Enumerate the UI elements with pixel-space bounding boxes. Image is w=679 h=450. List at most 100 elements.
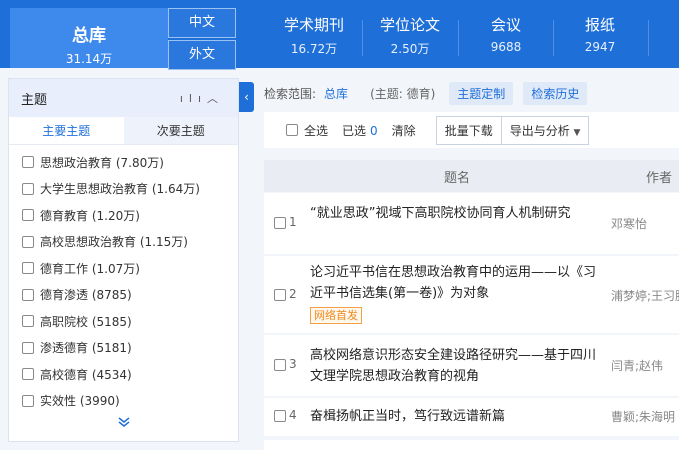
facet-item[interactable]: 实效性 (3990) (9, 388, 238, 415)
facet-header-icons: ılı︿ (180, 90, 224, 106)
chevron-up-icon[interactable]: ︿ (207, 92, 224, 105)
lang-chinese-button[interactable]: 中文 (168, 8, 236, 38)
facet-checkbox[interactable] (22, 394, 34, 407)
nav-tab-label: 报纸 (584, 16, 615, 34)
tab-secondary-topic[interactable]: 次要主题 (123, 117, 238, 144)
facet-item[interactable]: 高职院校 (5185) (9, 308, 238, 335)
export-label: 导出与分析 (509, 123, 570, 138)
bar-chart-icon[interactable]: ılı (180, 92, 207, 105)
row-title-block: 论习近平书信在思想政治教育中的运用——以《习近平书信选集(第一卷)》为对象 网络… (310, 262, 602, 326)
facet-checkbox[interactable] (22, 315, 34, 328)
facet-item[interactable]: 德育渗透 (8785) (9, 282, 238, 309)
nav-divider (553, 20, 554, 56)
table-row: 4 奋楫扬帆正当时，笃行致远谱新篇 曹颖;朱海明 (264, 398, 679, 436)
top-nav: 总库 31.14万 中文 外文 学术期刊 16.72万 学位论文 2.50万 会… (0, 0, 679, 70)
facet-item[interactable]: 大学生思想政治教育 (1.64万) (9, 176, 238, 203)
nav-divider (362, 20, 363, 56)
facet-label: 德育渗透 (8785) (40, 288, 132, 303)
facet-item[interactable]: 高校思想政治教育 (1.15万) (9, 229, 238, 256)
row-title-link[interactable]: 高校网络意识形态安全建设路径研究——基于四川文理学院思想政治教育的视角 (310, 345, 602, 387)
topic-facet-panel: 主题 ılı︿ 主要主题 次要主题 思想政治教育 (7.80万) 大学生思想政治… (8, 78, 239, 442)
nav-tab-label: 学位论文 (379, 16, 440, 34)
facet-item[interactable]: 德育工作 (1.07万) (9, 255, 238, 282)
select-all-checkbox[interactable] (286, 124, 298, 136)
facet-label: 思想政治教育 (7.80万) (40, 155, 164, 170)
tab-main-topic[interactable]: 主要主题 (9, 117, 124, 144)
row-title-link[interactable]: 奋楫扬帆正当时，笃行致远谱新篇 (310, 406, 602, 427)
row-checkbox[interactable] (274, 410, 286, 422)
selected-indicator: 已选 0 (342, 122, 378, 139)
facet-label: 高校思想政治教育 (1.15万) (40, 235, 188, 250)
nav-tab-conferences[interactable]: 会议 9688 (464, 14, 548, 64)
row-checkbox[interactable] (274, 359, 286, 371)
batch-download-button[interactable]: 批量下载 (435, 115, 502, 145)
row-number: 4 (289, 408, 297, 422)
facet-checkbox[interactable] (22, 368, 34, 381)
clear-button[interactable]: 清除 (392, 122, 416, 139)
nav-tab-newspapers[interactable]: 报纸 2947 (560, 14, 640, 64)
table-header: 题名 作者 (264, 160, 679, 192)
table-row: 1 “就业思政”视域下高职院校协同育人机制研究 邓寒怡 (264, 193, 679, 254)
row-author[interactable]: 闫青;赵伟 (611, 357, 679, 374)
selected-count: 0 (370, 123, 378, 138)
facet-header: 主题 ılı︿ (9, 79, 238, 117)
select-all-label[interactable]: 全选 (304, 122, 328, 139)
topic-custom-button[interactable]: 主题定制 (449, 81, 514, 105)
nav-tab-label: 会议 (490, 16, 521, 34)
scope-query: (主题: 德育) (370, 86, 436, 101)
nav-tab-count: 2947 (584, 40, 616, 54)
facet-item[interactable]: 德育教育 (1.20万) (9, 202, 238, 229)
caret-down-icon: ▼ (573, 127, 581, 138)
nav-tab-label: 学术期刊 (283, 16, 344, 34)
column-header-author[interactable]: 作者 (610, 167, 679, 186)
facet-checkbox[interactable] (22, 341, 34, 354)
nav-tab-count: 16.72万 (290, 42, 338, 56)
facet-item[interactable]: 思想政治教育 (7.80万) (9, 149, 238, 176)
table-row-partial (264, 440, 679, 450)
facet-checkbox[interactable] (22, 235, 34, 248)
nav-tab-theses[interactable]: 学位论文 2.50万 (368, 14, 452, 64)
row-author[interactable]: 浦梦婷;王习胜 (611, 287, 679, 304)
column-header-title[interactable]: 题名 (264, 167, 610, 186)
lang-foreign-button[interactable]: 外文 (168, 40, 236, 70)
results-table: 题名 作者 1 “就业思政”视域下高职院校协同育人机制研究 邓寒怡 2 论习近平… (264, 160, 679, 450)
facet-item[interactable]: 渗透德育 (5181) (9, 335, 238, 362)
row-checkbox[interactable] (274, 289, 286, 301)
facet-label: 高职院校 (5185) (40, 314, 132, 329)
scope-label: 检索范围: (264, 86, 317, 101)
row-number: 3 (289, 357, 297, 371)
row-number: 2 (289, 287, 297, 301)
nav-divider (458, 20, 459, 56)
facet-label: 大学生思想政治教育 (1.64万) (40, 182, 200, 197)
nav-divider (648, 20, 649, 56)
search-history-button[interactable]: 检索历史 (523, 81, 588, 105)
collapse-panel-button[interactable]: ‹ (239, 82, 254, 112)
online-first-badge: 网络首发 (310, 307, 362, 324)
row-author[interactable]: 邓寒怡 (611, 215, 679, 232)
row-title-link[interactable]: 论习近平书信在思想政治教育中的运用——以《习近平书信选集(第一卷)》为对象 (310, 262, 602, 304)
row-checkbox[interactable] (274, 217, 286, 229)
facet-checkbox[interactable] (22, 182, 34, 195)
facet-label: 高校德育 (4534) (40, 367, 132, 382)
nav-tab-all[interactable]: 总库 31.14万 (10, 8, 168, 68)
expand-more-icon[interactable] (9, 416, 238, 432)
nav-tab-journals[interactable]: 学术期刊 16.72万 (272, 14, 356, 64)
scope-value[interactable]: 总库 (324, 85, 348, 102)
table-row: 2 论习近平书信在思想政治教育中的运用——以《习近平书信选集(第一卷)》为对象 … (264, 256, 679, 333)
results-toolbar: 全选 已选 0 清除 批量下载 导出与分析 ▼ (264, 112, 679, 148)
facet-checkbox[interactable] (22, 209, 34, 222)
row-author[interactable]: 曹颖;朱海明 (611, 408, 679, 425)
facet-item[interactable]: 高校德育 (4534) (9, 361, 238, 388)
export-analysis-button[interactable]: 导出与分析 ▼ (501, 115, 590, 145)
chevron-left-icon: ‹ (244, 90, 249, 104)
nav-tab-all-label: 总库 (72, 26, 106, 46)
facet-checkbox[interactable] (22, 262, 34, 275)
row-title-link[interactable]: “就业思政”视域下高职院校协同育人机制研究 (310, 203, 602, 224)
nav-tab-all-count: 31.14万 (65, 52, 113, 66)
facet-checkbox[interactable] (22, 288, 34, 301)
facet-checkbox[interactable] (22, 156, 34, 169)
facet-label: 实效性 (3990) (40, 394, 120, 409)
facet-label: 德育工作 (1.07万) (40, 261, 140, 276)
facet-title: 主题 (21, 92, 48, 108)
row-number: 1 (289, 215, 297, 229)
